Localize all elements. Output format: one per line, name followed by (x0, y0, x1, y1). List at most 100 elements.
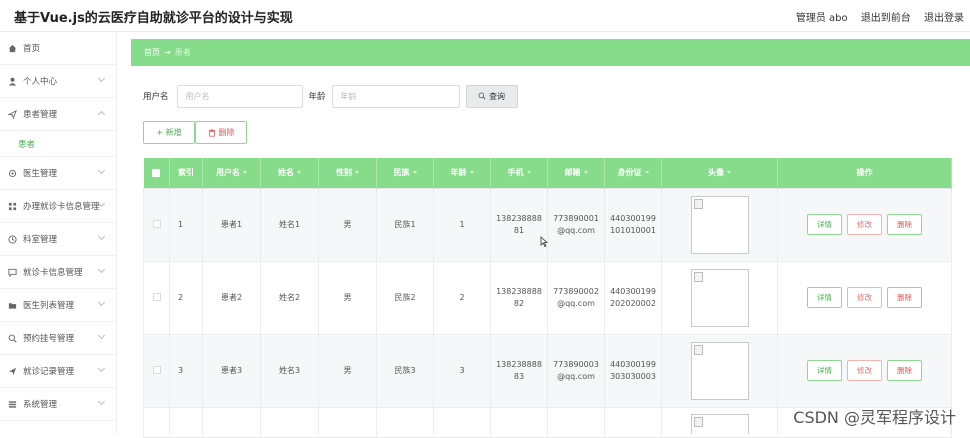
col-header-id-card[interactable]: 身份证 (605, 158, 662, 188)
sort-icon (355, 171, 359, 174)
sidebar-item-label: 预约挂号管理 (23, 332, 74, 344)
cell-ethnic: 民族1 (377, 188, 434, 261)
sort-icon (243, 171, 247, 174)
col-header-actions: 操作 (778, 158, 952, 188)
edit-button[interactable]: 修改 (847, 360, 882, 381)
grid-icon (8, 202, 17, 211)
sidebar-item-card-info-mgmt[interactable]: 就诊卡信息管理 (0, 256, 116, 289)
chevron-up-icon (98, 111, 105, 118)
col-header-email[interactable]: 邮箱 (548, 158, 605, 188)
cell-gender: 男 (319, 261, 377, 334)
col-header-gender[interactable]: 性别 (319, 158, 377, 188)
sort-icon (413, 171, 417, 174)
age-input[interactable]: 年龄 (332, 85, 460, 108)
sort-icon (297, 171, 301, 174)
cell-username: 患者1 (203, 188, 261, 261)
cell-phone: 13823888881 (491, 188, 548, 261)
breadcrumb-home[interactable]: 首页 (144, 47, 160, 58)
folder-icon (8, 301, 17, 310)
breadcrumb-arrow: → (164, 48, 171, 57)
sidebar-item-label: 个人中心 (23, 75, 57, 87)
table-row: 2 患者2 姓名2 男 民族2 2 13823888882 773890002@… (144, 261, 952, 334)
sidebar-item-profile[interactable]: 个人中心 (0, 65, 116, 98)
batch-delete-button[interactable]: 删除 (195, 121, 247, 144)
cell-phone: 13823888883 (491, 334, 548, 407)
chevron-down-icon (98, 266, 105, 273)
detail-button[interactable]: 详情 (807, 214, 842, 235)
chevron-down-icon (98, 398, 105, 405)
broken-image-icon (694, 199, 703, 209)
trash-icon (208, 129, 216, 137)
cell-name: 姓名2 (261, 261, 319, 334)
chevron-down-icon (98, 167, 105, 174)
edit-button[interactable]: 修改 (847, 287, 882, 308)
broken-image-icon (694, 272, 703, 282)
detail-button[interactable]: 详情 (807, 360, 842, 381)
row-checkbox[interactable] (144, 188, 170, 261)
username-input[interactable]: 用户名 (177, 85, 303, 108)
menu-icon (8, 400, 17, 409)
sidebar-item-label: 就诊记录管理 (23, 365, 74, 377)
row-delete-button[interactable]: 删除 (887, 214, 922, 235)
patient-table: 索引 用户名 姓名 性别 民族 年龄 手机 邮箱 身份证 头像 操作 1 患者1… (143, 158, 952, 438)
logout-link[interactable]: 退出登录 (924, 13, 964, 24)
message-icon (8, 268, 17, 277)
edit-button[interactable]: 修改 (847, 214, 882, 235)
cell-age: 1 (434, 188, 491, 261)
col-header-username[interactable]: 用户名 (203, 158, 261, 188)
sidebar-item-doctor-list-mgmt[interactable]: 医生列表管理 (0, 289, 116, 322)
query-button[interactable]: 查询 (466, 85, 518, 108)
sidebar-item-visit-record-mgmt[interactable]: 就诊记录管理 (0, 355, 116, 388)
sidebar-item-department-mgmt[interactable]: 科室管理 (0, 223, 116, 256)
col-header-age[interactable]: 年龄 (434, 158, 491, 188)
sidebar-item-patient-mgmt[interactable]: 患者管理 (0, 98, 116, 131)
cell-ethnic: 民族3 (377, 334, 434, 407)
delete-label: 删除 (219, 127, 235, 138)
search-icon (8, 334, 17, 343)
query-label: 查询 (489, 91, 505, 102)
sidebar: 首页 个人中心 患者管理 患者 医生管理 办理就诊卡信息管理 科室管理 就诊卡信… (0, 32, 117, 434)
send-icon (8, 110, 17, 119)
search-bar: 用户名 用户名 年龄 年龄 查询 (143, 84, 518, 108)
select-all-checkbox[interactable] (144, 158, 170, 188)
table-row: 3 患者3 姓名3 男 民族3 3 13823888883 773890003@… (144, 334, 952, 407)
cell-email: 773890003@qq.com (548, 334, 605, 407)
add-button[interactable]: + 新增 (143, 121, 195, 144)
sidebar-item-appointment-mgmt[interactable]: 预约挂号管理 (0, 322, 116, 355)
row-delete-button[interactable]: 删除 (887, 287, 922, 308)
sort-icon (727, 171, 731, 174)
sidebar-item-doctor-mgmt[interactable]: 医生管理 (0, 157, 116, 190)
back-to-front-link[interactable]: 退出到前台 (861, 13, 911, 24)
clock-icon (8, 235, 17, 244)
cell-index: 2 (170, 261, 203, 334)
sidebar-item-system-mgmt[interactable]: 系统管理 (0, 388, 116, 421)
col-header-avatar[interactable]: 头像 (662, 158, 778, 188)
detail-button[interactable]: 详情 (807, 287, 842, 308)
sidebar-subitem-patient[interactable]: 患者 (0, 131, 116, 157)
cell-email: 773890002@qq.com (548, 261, 605, 334)
sidebar-item-label: 医生管理 (23, 167, 57, 179)
cell-username: 患者2 (203, 261, 261, 334)
broken-image-icon (694, 417, 703, 427)
col-header-ethnic[interactable]: 民族 (377, 158, 434, 188)
sidebar-item-label: 系统管理 (23, 398, 57, 410)
cell-avatar (662, 188, 778, 261)
cell-username: 患者3 (203, 334, 261, 407)
col-header-name[interactable]: 姓名 (261, 158, 319, 188)
col-header-phone[interactable]: 手机 (491, 158, 548, 188)
username-label: 用户名 (143, 90, 169, 102)
cell-ethnic: 民族2 (377, 261, 434, 334)
sidebar-item-card-apply-mgmt[interactable]: 办理就诊卡信息管理 (0, 190, 116, 223)
sort-icon (527, 171, 531, 174)
row-checkbox[interactable] (144, 334, 170, 407)
sidebar-item-home[interactable]: 首页 (0, 32, 116, 65)
cell-gender: 男 (319, 334, 377, 407)
row-checkbox[interactable] (144, 261, 170, 334)
sidebar-item-label: 医生列表管理 (23, 299, 74, 311)
sort-icon (584, 171, 588, 174)
cell-avatar (662, 334, 778, 407)
breadcrumb: 首页 → 患者 (131, 39, 970, 66)
row-delete-button[interactable]: 删除 (887, 360, 922, 381)
cell-avatar (662, 261, 778, 334)
sidebar-item-label: 办理就诊卡信息管理 (23, 200, 100, 212)
